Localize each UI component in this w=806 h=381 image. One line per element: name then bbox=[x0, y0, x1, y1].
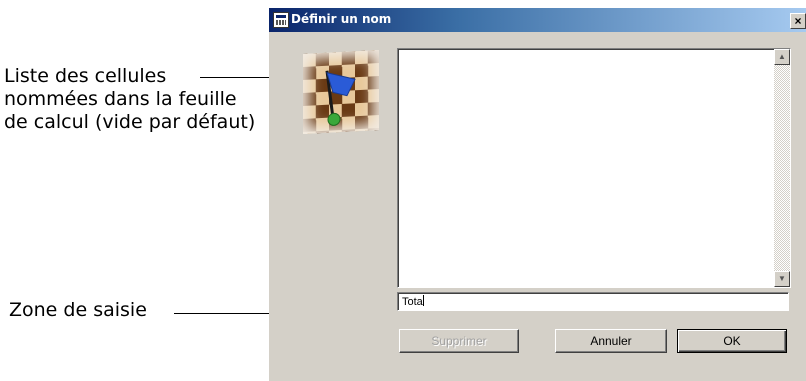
scroll-up-arrow-icon[interactable]: ▲ bbox=[774, 49, 790, 65]
cancel-button[interactable]: Annuler bbox=[555, 329, 667, 353]
sheet-icon bbox=[273, 12, 289, 28]
dialog-titlebar[interactable]: Définir un nom × bbox=[269, 8, 806, 32]
listbox-scrollbar[interactable]: ▲ ▼ bbox=[774, 49, 790, 287]
checkered-flag-icon bbox=[303, 50, 379, 134]
scroll-down-arrow-icon[interactable]: ▼ bbox=[774, 271, 790, 287]
name-input-field[interactable]: Tota bbox=[397, 292, 789, 311]
delete-button[interactable]: Supprimer bbox=[399, 329, 519, 353]
close-button[interactable]: × bbox=[790, 13, 806, 29]
define-name-dialog: Définir un nom × ▲ ▼ Tota Supprimer Annu… bbox=[269, 8, 806, 381]
flag-graphic bbox=[325, 70, 356, 126]
list-callout-text: Liste des cellules nommées dans la feuil… bbox=[4, 65, 256, 133]
text-caret bbox=[422, 295, 424, 306]
dialog-title: Définir un nom bbox=[291, 12, 392, 26]
name-input-value: Tota bbox=[402, 296, 423, 308]
input-callout-text: Zone de saisie bbox=[9, 299, 147, 321]
named-cells-listbox[interactable]: ▲ ▼ bbox=[397, 48, 791, 288]
ok-button[interactable]: OK bbox=[677, 329, 787, 353]
